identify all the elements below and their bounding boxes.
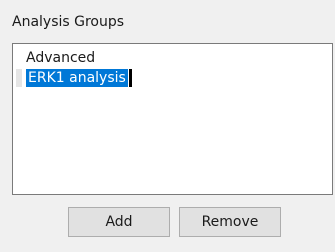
list-item-editing[interactable]: ERK1 analysis <box>26 69 132 87</box>
list-item-label: Advanced <box>26 50 96 66</box>
text-caret <box>128 69 132 87</box>
inline-rename-field[interactable]: ERK1 analysis <box>26 69 132 87</box>
item-edit-marker <box>16 69 22 87</box>
analysis-groups-title: Analysis Groups <box>12 14 125 30</box>
analysis-groups-panel: Analysis Groups Advanced ERK1 analysis A… <box>0 0 335 252</box>
selected-item-text: ERK1 analysis <box>26 69 128 87</box>
remove-button[interactable]: Remove <box>179 207 281 237</box>
list-item[interactable]: Advanced <box>26 49 95 67</box>
add-button[interactable]: Add <box>68 207 170 237</box>
analysis-groups-list[interactable]: Advanced ERK1 analysis <box>12 43 333 195</box>
